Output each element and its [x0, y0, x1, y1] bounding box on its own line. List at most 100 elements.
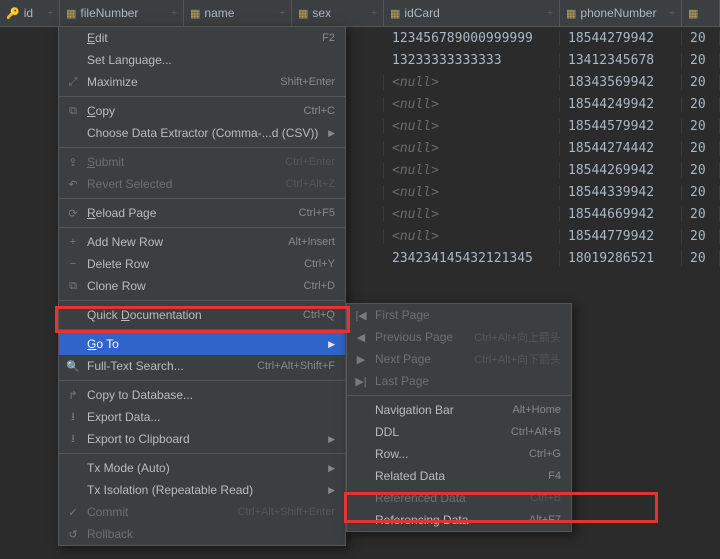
submenu-referencing-data[interactable]: Referencing DataAlt+F7: [347, 509, 571, 531]
table-cell[interactable]: 20: [682, 97, 720, 112]
table-cell[interactable]: 20: [682, 229, 720, 244]
col-head-fileNumber[interactable]: ▦ fileNumber ÷: [60, 0, 184, 26]
col-head-idCard[interactable]: ▦ idCard ÷: [384, 0, 560, 26]
menu-tx-mode[interactable]: Tx Mode (Auto)▶: [59, 457, 345, 479]
menu-separator: [59, 96, 345, 97]
menu-export-to-clipboard[interactable]: ⭳Export to Clipboard▶: [59, 428, 345, 450]
table-cell[interactable]: 18544669942: [560, 207, 682, 222]
menu-maximize[interactable]: ⤢MaximizeShift+Enter: [59, 71, 345, 93]
menu-separator: [59, 147, 345, 148]
menu-tx-isolation[interactable]: Tx Isolation (Repeatable Read)▶: [59, 479, 345, 501]
table-cell[interactable]: 18544274442: [560, 141, 682, 156]
submenu-last-page: ▶|Last Page: [347, 370, 571, 392]
chevron-right-icon: ▶: [328, 128, 335, 139]
table-header: 🔑 id ÷ ▦ fileNumber ÷ ▦ name ÷ ▦ sex ÷ ▦…: [0, 0, 720, 27]
menu-copy[interactable]: ⧉CopyCtrl+C: [59, 100, 345, 122]
clone-icon: ⧉: [65, 280, 81, 293]
menu-separator: [59, 300, 345, 301]
table-cell[interactable]: <null>: [384, 185, 560, 200]
table-cell[interactable]: 123456789000999999: [384, 31, 560, 46]
plus-icon: +: [65, 236, 81, 248]
table-cell[interactable]: <null>: [384, 207, 560, 222]
table-cell[interactable]: 18019286521: [560, 251, 682, 266]
col-label-phoneNumber: phoneNumber: [580, 6, 656, 20]
search-icon: 🔍: [65, 360, 81, 373]
submenu-row[interactable]: Row...Ctrl+G: [347, 443, 571, 465]
first-page-icon: |◀: [353, 309, 369, 322]
table-cell[interactable]: 20: [682, 163, 720, 178]
table-cell[interactable]: 18544279942: [560, 31, 682, 46]
table-cell[interactable]: <null>: [384, 141, 560, 156]
col-label-sex: sex: [312, 6, 331, 20]
chevron-right-icon: ▶: [328, 434, 335, 445]
table-cell[interactable]: <null>: [384, 97, 560, 112]
submenu-ddl[interactable]: DDLCtrl+Alt+B: [347, 421, 571, 443]
menu-full-text-search[interactable]: 🔍Full-Text Search...Ctrl+Alt+Shift+F: [59, 355, 345, 377]
submenu-previous-page: ◀Previous PageCtrl+Alt+向上箭头: [347, 326, 571, 348]
table-cell[interactable]: 20: [682, 141, 720, 156]
menu-separator: [347, 395, 571, 396]
table-cell[interactable]: 20: [682, 207, 720, 222]
submenu-related-data[interactable]: Related DataF4: [347, 465, 571, 487]
download-icon: ⭳: [65, 430, 81, 449]
download-icon: ⭳: [65, 408, 81, 427]
table-cell[interactable]: 20: [682, 251, 720, 266]
menu-choose-data-extractor[interactable]: Choose Data Extractor (Comma-...d (CSV))…: [59, 122, 345, 144]
col-head-extra[interactable]: ▦: [682, 0, 720, 26]
col-label-name: name: [204, 6, 234, 20]
arrow-right-icon: ↱: [65, 389, 81, 402]
minus-icon: −: [65, 258, 81, 270]
menu-separator: [59, 453, 345, 454]
table-cell[interactable]: 20: [682, 53, 720, 68]
chevron-right-icon: ▶: [328, 485, 335, 496]
table-cell[interactable]: <null>: [384, 163, 560, 178]
maximize-icon: ⤢: [65, 76, 81, 89]
chevron-right-icon: ▶: [328, 339, 335, 350]
menu-export-data[interactable]: ⭳Export Data...: [59, 406, 345, 428]
col-head-id[interactable]: 🔑 id ÷: [0, 0, 60, 26]
col-head-sex[interactable]: ▦ sex ÷: [292, 0, 384, 26]
table-cell[interactable]: <null>: [384, 119, 560, 134]
col-label-id: id: [24, 6, 33, 20]
submenu-navigation-bar[interactable]: Navigation BarAlt+Home: [347, 399, 571, 421]
menu-delete-row[interactable]: −Delete RowCtrl+Y: [59, 253, 345, 275]
col-head-phoneNumber[interactable]: ▦ phoneNumber ÷: [560, 0, 682, 26]
table-cell[interactable]: 20: [682, 75, 720, 90]
column-icon: ▦: [688, 7, 698, 20]
table-cell[interactable]: 18544779942: [560, 229, 682, 244]
menu-quick-documentation[interactable]: Quick DocumentationCtrl+Q: [59, 304, 345, 326]
table-cell[interactable]: 234234145432121345: [384, 251, 560, 266]
copy-icon: ⧉: [65, 105, 81, 118]
column-icon: ▦: [566, 7, 576, 20]
prev-page-icon: ◀: [353, 331, 369, 344]
menu-separator: [59, 198, 345, 199]
undo-icon: ↶: [65, 178, 81, 191]
menu-reload-page[interactable]: ⟳Reload PageCtrl+F5: [59, 202, 345, 224]
table-cell[interactable]: 18544269942: [560, 163, 682, 178]
table-cell[interactable]: 18544579942: [560, 119, 682, 134]
menu-edit[interactable]: EditF2: [59, 27, 345, 49]
column-icon: ▦: [66, 7, 76, 20]
table-cell[interactable]: 18544249942: [560, 97, 682, 112]
col-head-name[interactable]: ▦ name ÷: [184, 0, 292, 26]
menu-copy-to-database[interactable]: ↱Copy to Database...: [59, 384, 345, 406]
table-cell[interactable]: 13233333333333: [384, 53, 560, 68]
col-label-idCard: idCard: [404, 6, 439, 20]
table-cell[interactable]: 20: [682, 119, 720, 134]
col-label-fileNumber: fileNumber: [80, 6, 138, 20]
table-cell[interactable]: 18343569942: [560, 75, 682, 90]
table-cell[interactable]: 20: [682, 185, 720, 200]
menu-go-to[interactable]: Go To▶: [59, 333, 345, 355]
context-submenu-goto: |◀First Page ◀Previous PageCtrl+Alt+向上箭头…: [346, 303, 572, 532]
menu-set-language[interactable]: Set Language...: [59, 49, 345, 71]
menu-add-row[interactable]: +Add New RowAlt+Insert: [59, 231, 345, 253]
table-cell[interactable]: <null>: [384, 229, 560, 244]
menu-clone-row[interactable]: ⧉Clone RowCtrl+D: [59, 275, 345, 297]
table-cell[interactable]: 20: [682, 31, 720, 46]
sort-icon: ÷: [372, 8, 378, 19]
table-cell[interactable]: <null>: [384, 75, 560, 90]
column-icon: ▦: [190, 7, 200, 20]
last-page-icon: ▶|: [353, 375, 369, 388]
table-cell[interactable]: 13412345678: [560, 53, 682, 68]
table-cell[interactable]: 18544339942: [560, 185, 682, 200]
